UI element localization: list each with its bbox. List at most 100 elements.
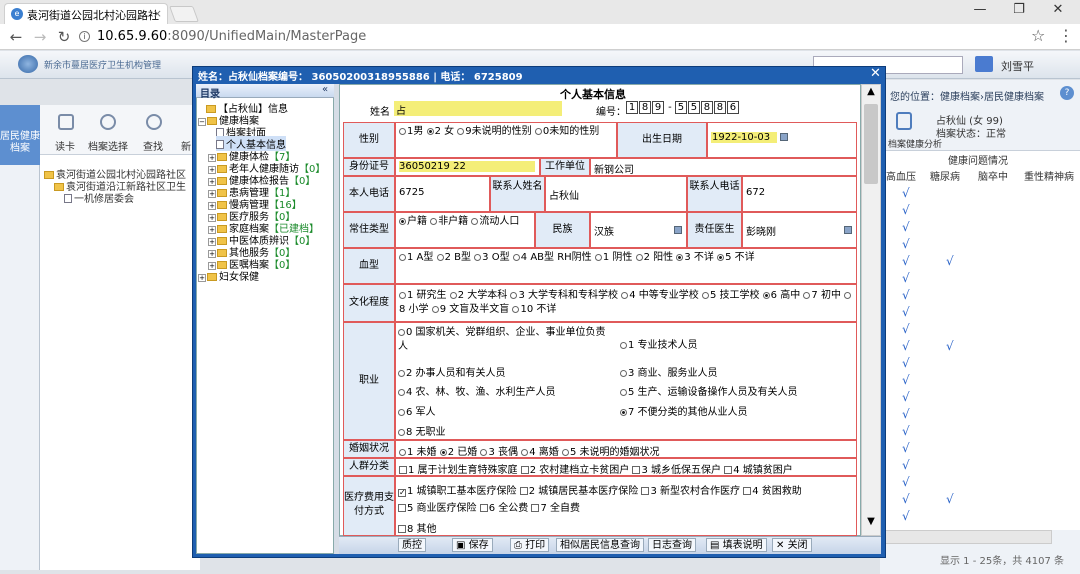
check-mark: √	[902, 186, 910, 200]
check-mark: √	[902, 390, 910, 404]
contact-name-input[interactable]: 占秋仙	[545, 176, 687, 212]
reload-icon[interactable]: ↻	[54, 28, 74, 46]
dialog-title: 姓名：占秋仙档案编号： 36050200318955886 | 电话： 6725…	[198, 72, 523, 83]
scroll-thumb[interactable]	[864, 104, 878, 184]
resident-grid	[880, 150, 1080, 530]
doctor-label: 责任医生	[687, 212, 742, 248]
save-icon: ▣	[456, 540, 469, 551]
ethnic-label: 民族	[535, 212, 590, 248]
side-nav: 居民健康档案	[0, 105, 40, 570]
edu-options: 1 研究生 2 大学本科 3 大学专科和专科学校 4 中等专业学校 5 技工学校…	[395, 284, 857, 322]
check-mark: √	[902, 237, 910, 251]
print-icon: ⎙	[514, 540, 526, 551]
check-mark: √	[902, 271, 910, 285]
id-input[interactable]: 36050219 22	[399, 161, 535, 172]
health-analysis-button[interactable]: 档案健康分析	[888, 137, 942, 150]
ethnic-select[interactable]: 汉族	[590, 212, 687, 248]
dialog-close-icon[interactable]: ✕	[870, 66, 881, 81]
archive-status: 档案状态：正常	[936, 129, 1006, 140]
crowd-label: 人群分类	[343, 458, 395, 476]
tool-new[interactable]: 新	[181, 138, 191, 153]
browser-menu-icon[interactable]: ⋮	[1058, 26, 1074, 45]
minimize-button[interactable]: —	[960, 2, 1000, 17]
phone-label: 本人电话	[343, 176, 395, 212]
card-reader-icon[interactable]	[58, 114, 74, 130]
sex-options: 1男 2 女 9未说明的性别 0未知的性别	[395, 122, 617, 158]
work-input[interactable]: 新钢公司	[590, 158, 857, 176]
tool-archive-select[interactable]: 档案选择	[88, 138, 128, 153]
forward-arrow-icon[interactable]: →	[30, 28, 50, 46]
bookmark-star-icon[interactable]: ☆	[1031, 26, 1045, 45]
col-mental[interactable]: 重性精神病	[1024, 168, 1074, 183]
scroll-down-icon[interactable]: ▼	[861, 516, 881, 532]
qc-button[interactable]: 质控	[398, 538, 426, 552]
birth-field[interactable]: 1922-10-03	[707, 122, 857, 158]
tree-node[interactable]: 一机修居委会	[64, 190, 134, 205]
side-tab-archive[interactable]: 居民健康档案	[0, 105, 40, 165]
phone-input[interactable]: 6725	[395, 176, 490, 212]
scroll-up-icon[interactable]: ▲	[861, 86, 881, 102]
id-label: 身份证号	[343, 158, 395, 176]
user-icon	[975, 56, 993, 72]
col-hypertension[interactable]: 高血压	[886, 168, 916, 183]
community-tree	[40, 155, 200, 570]
residence-label: 常住类型	[343, 212, 395, 248]
search-icon[interactable]	[100, 114, 116, 130]
calendar-icon[interactable]	[780, 133, 789, 141]
url-field[interactable]: 10.65.9.60:8090/UnifiedMain/MasterPage	[97, 29, 366, 44]
tool-read-card[interactable]: 读卡	[55, 138, 75, 153]
browser-tab-title: 袁河街道公园北村沁园路社	[27, 9, 159, 22]
analysis-icon[interactable]	[896, 112, 912, 130]
grid-hscroll[interactable]	[882, 530, 1052, 544]
grid-footer: 显示 1 - 25条，共 4107 条	[940, 556, 1065, 567]
check-mark: √	[902, 407, 910, 421]
check-mark: √	[902, 424, 910, 438]
check-mark: √	[902, 373, 910, 387]
tab-close-icon[interactable]: ×	[153, 7, 162, 20]
fill-guide-button[interactable]: ▤ 填表说明	[706, 538, 767, 552]
dropdown-icon	[674, 226, 682, 234]
close-window-button[interactable]: ✕	[1038, 2, 1078, 17]
log-query-button[interactable]: 日志查询	[648, 538, 696, 552]
search-icon[interactable]	[146, 114, 162, 130]
form-title: 个人基本信息	[560, 88, 626, 101]
user-name[interactable]: 刘雪平	[1001, 58, 1034, 74]
contact-phone-input[interactable]: 672	[742, 176, 857, 212]
check-mark: √	[902, 203, 910, 217]
maximize-button[interactable]: ❐	[999, 2, 1039, 17]
save-button[interactable]: ▣ 保存	[452, 538, 493, 552]
back-arrow-icon[interactable]: ←	[6, 28, 26, 46]
work-label: 工作单位	[540, 158, 590, 176]
residence-options: 户籍 非户籍 流动人口	[395, 212, 535, 248]
check-mark: √	[902, 492, 910, 506]
check-mark: √	[946, 492, 954, 506]
doctor-select[interactable]: 彭晓刚	[742, 212, 857, 248]
marriage-options: 1 未婚 2 已婚 3 丧偶 4 离婚 5 未说明的婚姻状况	[395, 440, 857, 458]
info-icon[interactable]: i	[79, 31, 90, 42]
id-field[interactable]: 36050219 22	[395, 158, 540, 176]
tool-find[interactable]: 查找	[143, 138, 163, 153]
col-diabetes[interactable]: 糖尿病	[930, 168, 960, 183]
name-label: 姓名	[370, 107, 390, 118]
col-stroke[interactable]: 脑卒中	[978, 168, 1008, 183]
help-icon[interactable]: ?	[1060, 86, 1074, 100]
grid-group-header: 健康问题情况	[948, 156, 1008, 167]
app-logo	[18, 55, 38, 73]
print-button[interactable]: ⎙ 打印	[510, 538, 550, 552]
check-mark: √	[902, 441, 910, 455]
browser-tab[interactable]: e 袁河街道公园北村沁园路社 ×	[4, 3, 168, 24]
check-mark: √	[902, 475, 910, 489]
tree-women-health[interactable]: + 妇女保健	[198, 268, 259, 283]
birth-label: 出生日期	[617, 122, 707, 158]
tree-collapse-icon[interactable]: «	[322, 84, 328, 95]
job-label: 职业	[343, 322, 395, 440]
serial-prefix[interactable]: 189 - 55886	[626, 101, 740, 114]
org-name: 新余市蔓居医疗卫生机构管理	[44, 61, 162, 71]
check-mark: √	[902, 220, 910, 234]
guide-icon: ▤	[710, 540, 723, 551]
blood-label: 血型	[343, 248, 395, 284]
similar-query-button[interactable]: 相似居民信息查询	[556, 538, 644, 552]
name-input[interactable]: 占	[394, 101, 562, 117]
close-button[interactable]: ✕ 关闭	[772, 538, 812, 552]
birth-input[interactable]: 1922-10-03	[711, 132, 777, 143]
